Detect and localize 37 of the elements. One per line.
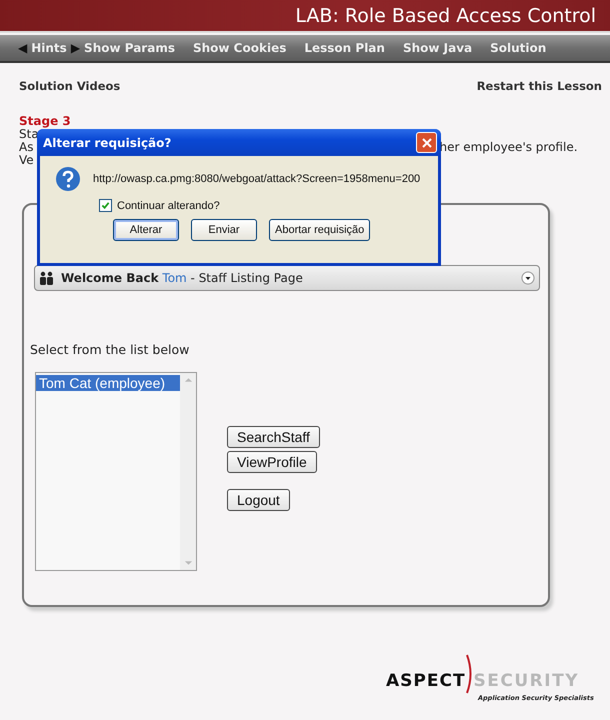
nav-link[interactable]: Show Cookies (192, 41, 286, 55)
logo-text: SECURITY (474, 671, 580, 691)
dialog-title: Alterar requisição? (43, 136, 172, 150)
collapse-icon[interactable] (521, 271, 535, 285)
staff-listbox[interactable]: Tom Cat (employee) (35, 372, 197, 571)
solution-videos-link[interactable]: Solution Videos (19, 79, 120, 93)
nav-link[interactable]: Solution (490, 41, 546, 55)
people-icon (39, 271, 55, 285)
checkbox[interactable] (99, 199, 112, 212)
form-button[interactable]: SearchStaff (227, 426, 320, 448)
stage-heading: Stage 3 (19, 115, 72, 128)
dialog-button[interactable]: Abortar requisição (269, 219, 370, 241)
logo-arc-icon (466, 654, 474, 694)
checkbox-label: Continuar alterando? (117, 200, 220, 212)
dialog-button[interactable]: Enviar (191, 219, 257, 241)
lesson-text: Sta (19, 128, 39, 141)
next-hint-icon[interactable]: ▶ (70, 41, 80, 55)
nav-link[interactable]: Show Params (84, 41, 175, 55)
instruction-text: Select from the list below (30, 342, 190, 357)
logo-text: ASPECT (386, 671, 466, 691)
lesson-text: Ve (19, 154, 34, 167)
previous-hint-icon[interactable]: ◀ (18, 41, 28, 55)
form-button[interactable]: ViewProfile (227, 451, 317, 473)
dialog-button[interactable]: Alterar (113, 219, 179, 241)
panel-title: Welcome Back Tom - Staff Listing Page (61, 271, 304, 285)
nav-link[interactable]: Show Java (402, 41, 472, 55)
restart-lesson-link[interactable]: Restart this Lesson (476, 79, 602, 93)
close-button[interactable] (416, 132, 437, 153)
request-url: http://owasp.ca.pmg:8080/webgoat/attack?Screen=1958menu=200 (93, 173, 420, 185)
lesson-title: LAB: Role Based Access Control (295, 4, 596, 26)
close-icon (422, 138, 432, 148)
nav-link[interactable]: Hints (31, 41, 67, 55)
lesson-text: As (19, 141, 34, 154)
nav-link[interactable]: Lesson Plan (304, 41, 385, 55)
staff-list-item[interactable]: Tom Cat (employee) (36, 375, 180, 391)
form-button[interactable]: Logout (227, 489, 290, 511)
question-icon (55, 166, 81, 192)
